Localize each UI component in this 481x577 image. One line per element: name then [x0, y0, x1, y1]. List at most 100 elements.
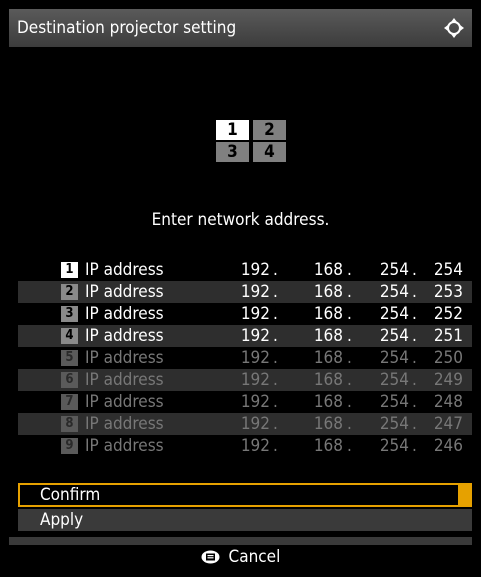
octet-3: 254 — [379, 348, 409, 368]
ip-row-7: 7 IP address 192. 168. 254. 248 — [18, 391, 472, 413]
row-number: 1 — [61, 262, 78, 278]
row-label: IP address — [85, 392, 164, 412]
octet-2: 168 — [313, 436, 343, 456]
title-bar: Destination projector setting — [9, 9, 472, 47]
dot-separator: . — [412, 392, 417, 412]
row-label: IP address — [85, 304, 164, 324]
octet-2: 168 — [313, 414, 343, 434]
ip-row-6: 6 IP address 192. 168. 254. 249 — [18, 369, 472, 391]
confirm-label: Confirm — [40, 485, 101, 505]
octet-3: 254 — [379, 414, 409, 434]
octet-1[interactable]: 192 — [230, 325, 270, 347]
octet-1[interactable]: 192 — [230, 303, 270, 325]
dot-separator: . — [412, 414, 417, 434]
confirm-button[interactable]: Confirm — [18, 483, 472, 507]
dot-separator: . — [412, 260, 417, 280]
dot-separator: . — [412, 348, 417, 368]
octet-1: 192 — [240, 348, 270, 368]
octet-1[interactable]: 192 — [230, 281, 270, 303]
dot-separator: . — [273, 282, 278, 302]
menu-button-icon — [201, 550, 220, 564]
row-label: IP address — [85, 326, 164, 346]
selection-highlight — [458, 485, 470, 505]
dot-separator: . — [412, 304, 417, 324]
ip-row-8: 8 IP address 192. 168. 254. 247 — [18, 413, 472, 435]
octet-3[interactable]: 254 — [364, 281, 409, 303]
row-label: IP address — [85, 414, 164, 434]
row-number: 6 — [61, 372, 78, 388]
octet-4: 247 — [433, 414, 463, 434]
octet-1: 192 — [240, 392, 270, 412]
octet-2[interactable]: 168 — [298, 325, 343, 347]
dot-separator: . — [273, 436, 278, 456]
apply-label: Apply — [40, 510, 84, 530]
apply-button[interactable]: Apply — [18, 509, 472, 531]
cancel-label: Cancel — [228, 547, 281, 567]
row-label: IP address — [85, 260, 164, 280]
octet-4[interactable]: 251 — [418, 325, 463, 347]
octet-1: 192 — [240, 370, 270, 390]
octet-3[interactable]: 254 — [364, 259, 409, 281]
dot-separator: . — [273, 326, 278, 346]
projector-grid-preview: 1 2 3 4 — [216, 120, 286, 162]
octet-2[interactable]: 168 — [298, 303, 343, 325]
footer-divider — [9, 537, 472, 545]
row-number: 4 — [61, 328, 78, 344]
dot-separator: . — [347, 304, 352, 324]
octet-2[interactable]: 168 — [298, 259, 343, 281]
octet-2: 168 — [313, 370, 343, 390]
ip-address-list: 1 IP address 192. 168. 254. 254 2 IP add… — [18, 259, 472, 457]
dot-separator: . — [412, 282, 417, 302]
row-number: 5 — [61, 350, 78, 366]
row-number: 8 — [61, 416, 78, 432]
dot-separator: . — [273, 348, 278, 368]
ip-row-3[interactable]: 3 IP address 192. 168. 254. 252 — [18, 303, 472, 325]
dot-separator: . — [273, 370, 278, 390]
octet-3: 254 — [379, 370, 409, 390]
dot-separator: . — [273, 392, 278, 412]
octet-4: 250 — [433, 348, 463, 368]
dot-separator: . — [273, 304, 278, 324]
octet-4[interactable]: 252 — [418, 303, 463, 325]
grid-cell-3: 3 — [216, 142, 249, 162]
ip-row-9: 9 IP address 192. 168. 254. 246 — [18, 435, 472, 457]
octet-4: 249 — [433, 370, 463, 390]
ip-row-5: 5 IP address 192. 168. 254. 250 — [18, 347, 472, 369]
ip-row-1[interactable]: 1 IP address 192. 168. 254. 254 — [18, 259, 472, 281]
dot-separator: . — [347, 414, 352, 434]
octet-2[interactable]: 168 — [298, 281, 343, 303]
ip-row-4[interactable]: 4 IP address 192. 168. 254. 251 — [18, 325, 472, 347]
octet-4[interactable]: 254 — [418, 259, 463, 281]
dot-separator: . — [412, 326, 417, 346]
dialog: Destination projector setting 1 2 3 4 En… — [9, 9, 472, 568]
dot-separator: . — [347, 282, 352, 302]
octet-1: 192 — [240, 436, 270, 456]
cancel-hint[interactable]: Cancel — [9, 546, 472, 568]
grid-cell-2: 2 — [253, 120, 286, 140]
row-label: IP address — [85, 436, 164, 456]
dot-separator: . — [273, 260, 278, 280]
row-number: 9 — [61, 438, 78, 454]
grid-cell-1: 1 — [216, 120, 249, 140]
instruction-text: Enter network address. — [151, 210, 330, 230]
dot-separator: . — [412, 436, 417, 456]
octet-2: 168 — [313, 348, 343, 368]
dialog-title: Destination projector setting — [17, 18, 237, 38]
dot-separator: . — [347, 392, 352, 412]
octet-4: 246 — [433, 436, 463, 456]
move-arrows-icon — [444, 18, 464, 38]
row-number: 7 — [61, 394, 78, 410]
grid-cell-4: 4 — [253, 142, 286, 162]
row-label: IP address — [85, 282, 164, 302]
dot-separator: . — [347, 436, 352, 456]
octet-1: 192 — [240, 414, 270, 434]
octet-1[interactable]: 192 — [230, 259, 270, 281]
octet-4[interactable]: 253 — [418, 281, 463, 303]
row-number: 3 — [61, 306, 78, 322]
octet-3[interactable]: 254 — [364, 303, 409, 325]
row-number: 2 — [61, 284, 78, 300]
ip-row-2[interactable]: 2 IP address 192. 168. 254. 253 — [18, 281, 472, 303]
octet-3[interactable]: 254 — [364, 325, 409, 347]
dot-separator: . — [273, 414, 278, 434]
dot-separator: . — [347, 370, 352, 390]
